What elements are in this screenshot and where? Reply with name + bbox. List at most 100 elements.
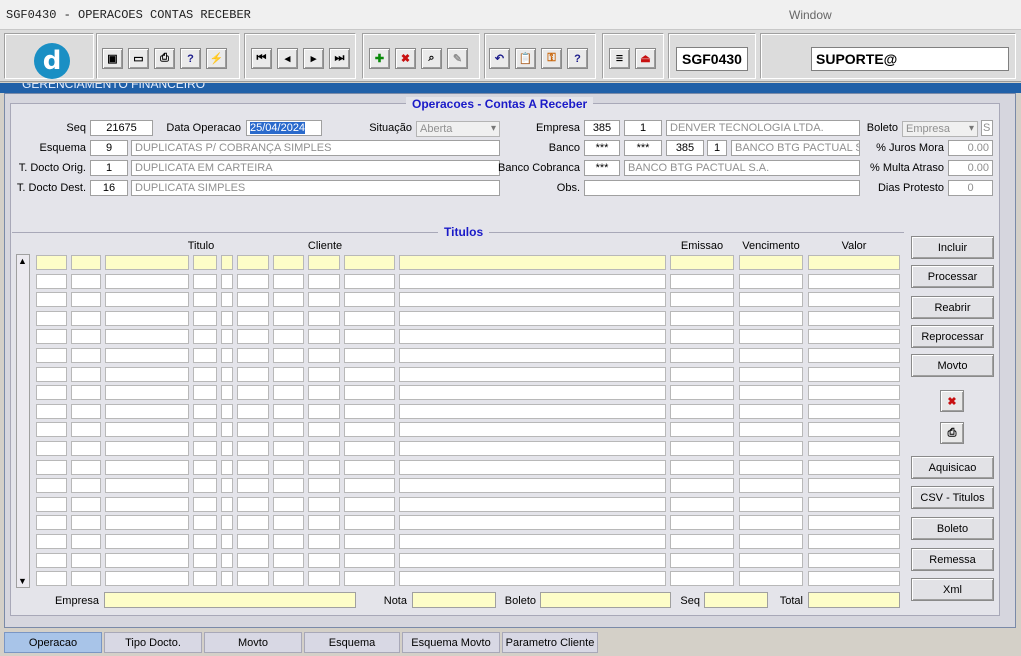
docto-orig-code-field[interactable]: 1 <box>90 160 128 176</box>
grid-cell[interactable] <box>105 534 189 549</box>
grid-cell[interactable] <box>308 255 340 270</box>
grid-cell[interactable] <box>344 515 395 531</box>
grid-cell[interactable] <box>399 273 666 289</box>
exit-icon[interactable]: ⏏ <box>635 48 656 69</box>
grid-cell[interactable] <box>193 571 217 587</box>
grid-cell[interactable] <box>221 255 233 270</box>
grid-cell[interactable] <box>221 478 233 494</box>
next-record-icon[interactable]: ▸ <box>303 48 324 69</box>
grid-cell[interactable] <box>399 255 666 270</box>
delete-icon[interactable]: ✖ <box>940 390 964 412</box>
grid-cell[interactable] <box>105 515 189 531</box>
grid-cell[interactable] <box>670 459 734 475</box>
grid-cell[interactable] <box>71 441 101 456</box>
previous-record-icon[interactable]: ◂ <box>277 48 298 69</box>
grid-cell[interactable] <box>36 422 67 438</box>
grid-cell[interactable] <box>739 292 803 308</box>
grid-cell[interactable] <box>808 515 900 531</box>
grid-cell[interactable] <box>221 385 233 401</box>
empresa-sub-field[interactable]: 1 <box>624 120 662 136</box>
grid-cell[interactable] <box>344 459 395 475</box>
grid-cell[interactable] <box>221 292 233 308</box>
grid-cell[interactable] <box>237 310 269 326</box>
grid-cell[interactable] <box>221 366 233 382</box>
grid-cell[interactable] <box>399 534 666 549</box>
footer-seq-field[interactable] <box>704 592 768 608</box>
grid-cell[interactable] <box>36 441 67 456</box>
grid-cell[interactable] <box>739 255 803 270</box>
grid-cell[interactable] <box>105 292 189 308</box>
tab-esquema-movto[interactable]: Esquema Movto <box>402 632 500 653</box>
tab-tipo-docto[interactable]: Tipo Docto. <box>104 632 202 653</box>
grid-cell[interactable] <box>71 478 101 494</box>
grid-cell[interactable] <box>193 496 217 512</box>
grid-cell[interactable] <box>670 478 734 494</box>
grid-cell[interactable] <box>36 329 67 345</box>
grid-cell[interactable] <box>273 552 304 568</box>
grid-cell[interactable] <box>808 403 900 419</box>
grid-cell[interactable] <box>237 552 269 568</box>
grid-cell[interactable] <box>399 366 666 382</box>
titulos-scrollbar[interactable]: ▲ ▼ <box>16 254 30 588</box>
grid-cell[interactable] <box>739 403 803 419</box>
grid-cell[interactable] <box>808 478 900 494</box>
grid-cell[interactable] <box>808 292 900 308</box>
grid-cell[interactable] <box>344 329 395 345</box>
grid-cell[interactable] <box>670 515 734 531</box>
grid-cell[interactable] <box>193 273 217 289</box>
grid-cell[interactable] <box>221 403 233 419</box>
data-operacao-field[interactable]: 25/04/2024 <box>246 120 322 136</box>
grid-cell[interactable] <box>308 310 340 326</box>
grid-cell[interactable] <box>308 422 340 438</box>
grid-cell[interactable] <box>308 403 340 419</box>
grid-cell[interactable] <box>344 292 395 308</box>
grid-cell[interactable] <box>808 571 900 587</box>
grid-cell[interactable] <box>237 515 269 531</box>
grid-cell[interactable] <box>344 571 395 587</box>
grid-cell[interactable] <box>273 310 304 326</box>
boleto-flag-field[interactable]: S <box>981 120 993 136</box>
grid-cell[interactable] <box>308 385 340 401</box>
window-menu[interactable]: Window <box>789 8 832 22</box>
banco-agencia-field[interactable]: *** <box>584 140 620 156</box>
grid-cell[interactable] <box>71 329 101 345</box>
grid-cell[interactable] <box>237 441 269 456</box>
grid-cell[interactable] <box>105 366 189 382</box>
grid-cell[interactable] <box>344 273 395 289</box>
execute-query-icon[interactable]: ⚡ <box>206 48 227 69</box>
grid-cell[interactable] <box>36 366 67 382</box>
grid-cell[interactable] <box>221 329 233 345</box>
grid-cell[interactable] <box>344 441 395 456</box>
grid-cell[interactable] <box>221 441 233 456</box>
help-icon[interactable]: ? <box>567 48 588 69</box>
grid-cell[interactable] <box>221 534 233 549</box>
grid-cell[interactable] <box>273 478 304 494</box>
grid-cell[interactable] <box>670 329 734 345</box>
boleto-select[interactable]: Empresa <box>902 121 978 137</box>
grid-cell[interactable] <box>273 515 304 531</box>
grid-cell[interactable] <box>739 552 803 568</box>
grid-cell[interactable] <box>808 459 900 475</box>
grid-cell[interactable] <box>221 459 233 475</box>
grid-cell[interactable] <box>237 496 269 512</box>
grid-cell[interactable] <box>739 441 803 456</box>
grid-cell[interactable] <box>399 552 666 568</box>
grid-cell[interactable] <box>71 273 101 289</box>
movto-button[interactable]: Movto <box>911 354 994 377</box>
grid-cell[interactable] <box>670 366 734 382</box>
grid-cell[interactable] <box>105 441 189 456</box>
grid-cell[interactable] <box>399 292 666 308</box>
grid-cell[interactable] <box>193 348 217 363</box>
grid-cell[interactable] <box>193 534 217 549</box>
grid-cell[interactable] <box>71 385 101 401</box>
grid-cell[interactable] <box>670 310 734 326</box>
scroll-down-icon[interactable]: ▼ <box>18 576 27 586</box>
insert-record-icon[interactable]: ✚ <box>369 48 390 69</box>
grid-cell[interactable] <box>308 348 340 363</box>
grid-cell[interactable] <box>739 496 803 512</box>
obs-field[interactable] <box>584 180 860 196</box>
grid-cell[interactable] <box>71 534 101 549</box>
grid-cell[interactable] <box>399 403 666 419</box>
grid-cell[interactable] <box>273 459 304 475</box>
grid-cell[interactable] <box>193 441 217 456</box>
